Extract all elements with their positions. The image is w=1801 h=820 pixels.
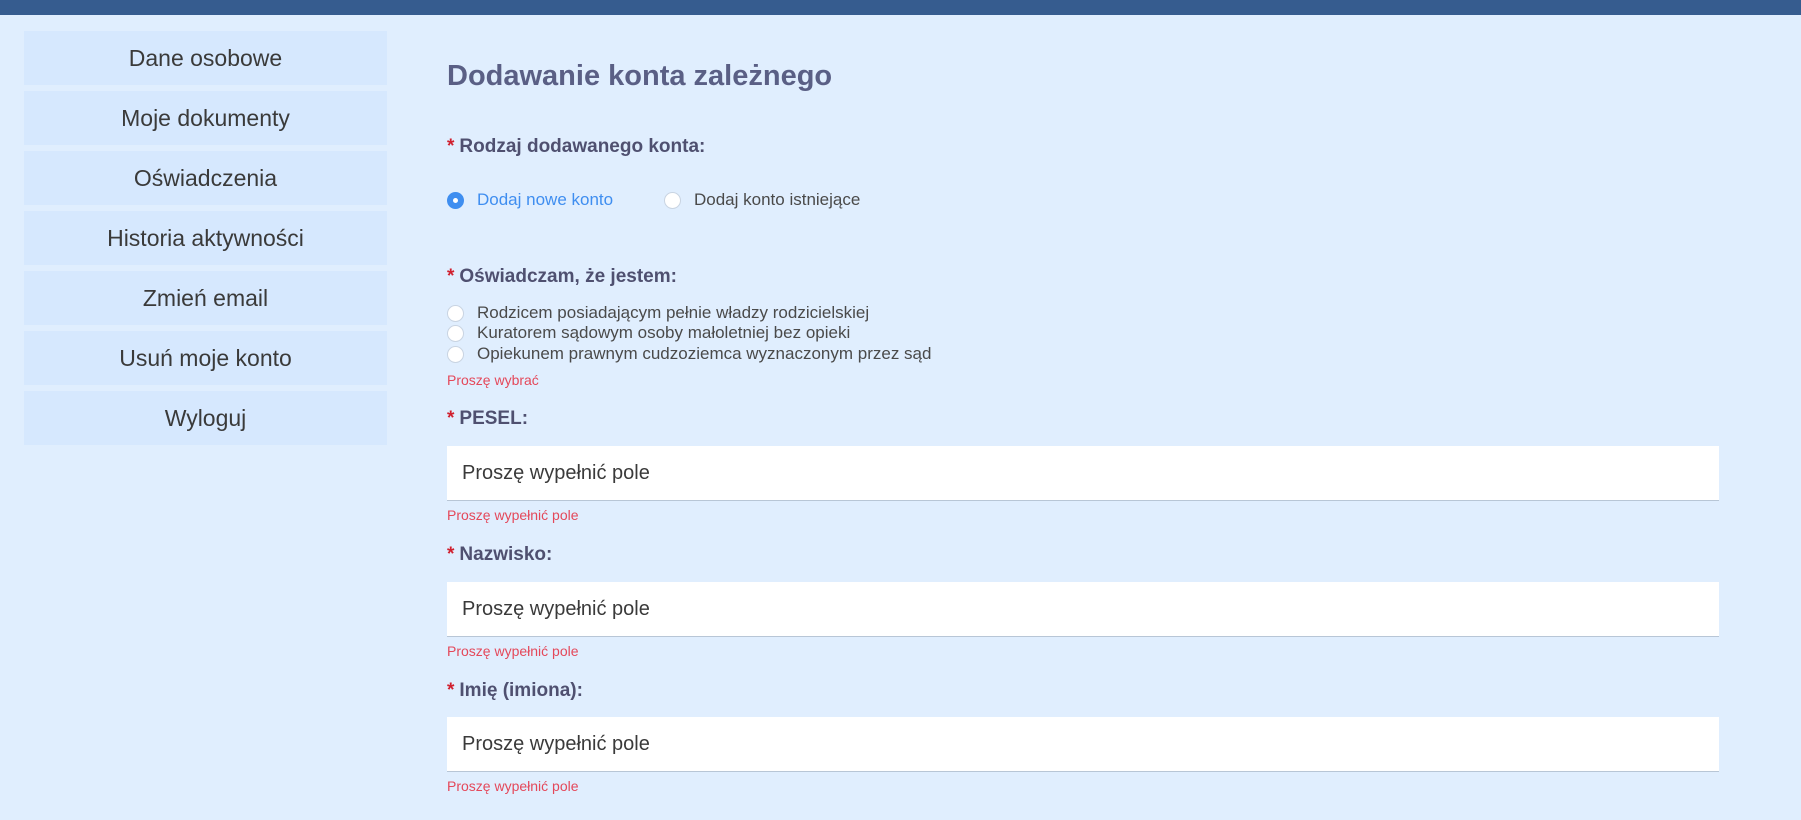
sidebar-item-label: Moje dokumenty <box>121 104 290 131</box>
surname-label: * Nazwisko: <box>447 544 552 566</box>
required-marker: * <box>447 408 455 429</box>
radio-declaration-guardian[interactable]: Opiekunem prawnym cudzoziemca wyznaczony… <box>447 344 931 364</box>
pesel-label: * PESEL: <box>447 408 528 430</box>
sidebar-item-personal-data[interactable]: Dane osobowe <box>24 31 387 85</box>
account-type-label: * Rodzaj dodawanego konta: <box>447 136 705 158</box>
radio-label-declaration-curator: Kuratorem sądowym osoby małoletniej bez … <box>477 323 851 342</box>
pesel-error: Proszę wypełnić pole <box>447 507 579 523</box>
sidebar-item-logout[interactable]: Wyloguj <box>24 391 387 445</box>
sidebar-nav: Dane osobowe Moje dokumenty Oświadczenia… <box>24 31 387 451</box>
radio-add-new-account[interactable]: Dodaj nowe konto <box>447 190 613 210</box>
sidebar-item-my-documents[interactable]: Moje dokumenty <box>24 91 387 145</box>
pesel-label-text: PESEL: <box>459 408 529 429</box>
page-title: Dodawanie konta zależnego <box>447 60 833 92</box>
surname-input[interactable] <box>447 582 1719 637</box>
sidebar-item-label: Dane osobowe <box>128 44 283 71</box>
radio-button[interactable] <box>664 191 681 209</box>
declaration-error: Proszę wybrać <box>447 372 539 388</box>
radio-declaration-parent[interactable]: Rodzicem posiadającym pełnie władzy rodz… <box>447 303 869 323</box>
sidebar-item-activity-history[interactable]: Historia aktywności <box>24 211 387 265</box>
radio-button[interactable] <box>447 345 464 363</box>
radio-add-existing-account[interactable]: Dodaj konto istniejące <box>664 190 860 210</box>
required-marker: * <box>447 136 455 157</box>
sidebar-item-delete-account[interactable]: Usuń moje konto <box>24 331 387 385</box>
radio-label-declaration-guardian: Opiekunem prawnym cudzoziemca wyznaczony… <box>477 344 932 363</box>
declaration-label-text: Oświadczam, że jestem: <box>459 266 677 287</box>
sidebar-item-label: Oświadczenia <box>133 164 278 191</box>
surname-error: Proszę wypełnić pole <box>447 643 579 659</box>
declaration-label: * Oświadczam, że jestem: <box>447 266 677 288</box>
firstname-label: * Imię (imiona): <box>447 680 583 702</box>
firstname-error: Proszę wypełnić pole <box>447 778 579 794</box>
pesel-input[interactable] <box>447 446 1719 501</box>
required-marker: * <box>447 680 455 701</box>
sidebar-item-label: Wyloguj <box>164 404 247 431</box>
sidebar-item-label: Historia aktywności <box>107 224 304 251</box>
firstname-label-text: Imię (imiona): <box>459 680 583 701</box>
radio-label-add-new-account: Dodaj nowe konto <box>477 190 614 209</box>
radio-label-add-existing-account: Dodaj konto istniejące <box>694 190 861 209</box>
required-marker: * <box>447 544 455 565</box>
surname-label-text: Nazwisko: <box>459 544 553 565</box>
sidebar-item-declarations[interactable]: Oświadczenia <box>24 151 387 205</box>
radio-declaration-curator[interactable]: Kuratorem sądowym osoby małoletniej bez … <box>447 323 850 343</box>
account-type-label-text: Rodzaj dodawanego konta: <box>459 136 706 157</box>
sidebar-item-label: Usuń moje konto <box>119 344 292 371</box>
radio-button[interactable] <box>447 324 464 342</box>
radio-button-checked[interactable] <box>447 191 464 209</box>
top-bar <box>0 0 1801 15</box>
radio-button[interactable] <box>447 304 464 322</box>
sidebar-item-label: Zmień email <box>142 284 269 311</box>
required-marker: * <box>447 266 455 287</box>
firstname-input[interactable] <box>447 717 1719 772</box>
sidebar-item-change-email[interactable]: Zmień email <box>24 271 387 325</box>
radio-label-declaration-parent: Rodzicem posiadającym pełnie władzy rodz… <box>477 303 870 322</box>
